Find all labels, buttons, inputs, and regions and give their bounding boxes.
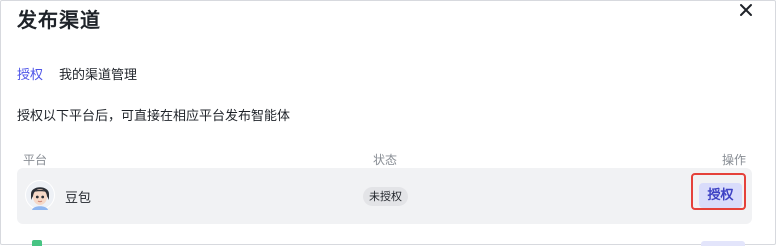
next-row-button-edge <box>701 241 745 246</box>
platform-name: 豆包 <box>65 191 92 206</box>
authorize-button[interactable]: 授权 <box>699 183 742 208</box>
dialog-title: 发布渠道 <box>17 8 101 32</box>
table-header: 平台 状态 操作 <box>17 149 747 167</box>
next-row-avatar-edge <box>32 240 42 246</box>
doubao-avatar-icon <box>25 180 55 210</box>
description-text: 授权以下平台后，可直接在相应平台发布智能体 <box>17 109 291 124</box>
table-row: 豆包 未授权 授权 <box>17 168 752 224</box>
tab-my-channels[interactable]: 我的渠道管理 <box>59 64 137 83</box>
header-platform: 平台 <box>23 153 48 167</box>
header-action: 操作 <box>722 153 747 167</box>
tab-bar: 授权 我的渠道管理 <box>17 64 137 83</box>
tab-authorize[interactable]: 授权 <box>17 64 43 83</box>
dialog: 发布渠道 授权 我的渠道管理 授权以下平台后，可直接在相应平台发布智能体 平台 … <box>0 0 776 246</box>
status-badge: 未授权 <box>363 187 408 206</box>
close-icon[interactable] <box>737 1 755 19</box>
header-status: 状态 <box>373 153 398 167</box>
